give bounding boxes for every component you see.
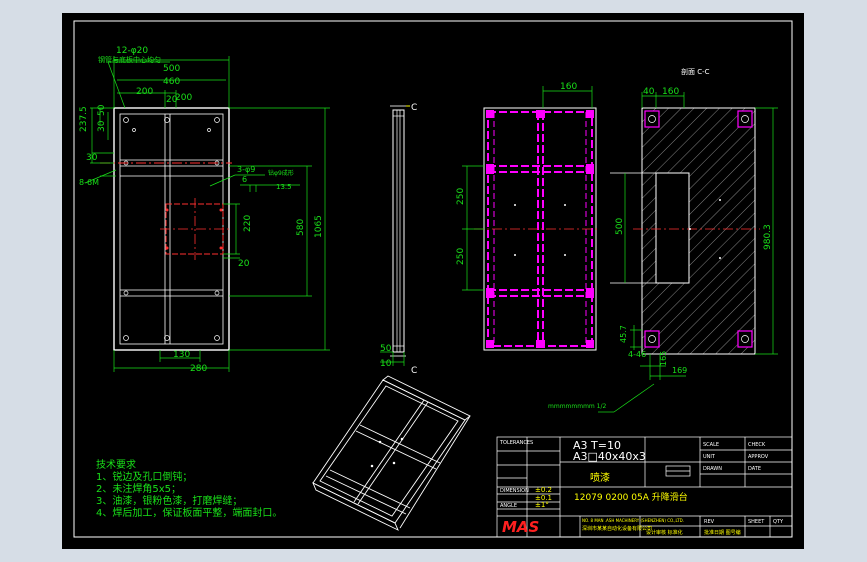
dim-hole-note-2: 钢管与底板中心均匀 [98,55,161,64]
weld-note: mmmmmmmm 1/2 [548,403,607,410]
dim-plate-446: 4-46 [628,350,646,359]
tb-label-7: APPROV [748,454,769,460]
dim-plate-169: 169 [672,366,687,375]
dim-30b: 30 [86,153,98,163]
tb-label-10: SHEET [748,519,765,525]
tech-item-2: 2、未注焊角5x5； [96,482,181,495]
front-view [100,107,232,351]
tb-label-3: SCALE [703,442,719,448]
footer-2: 批准日期 图号编 [704,529,741,536]
dim-side-10: 10 [380,359,392,369]
side-label: 8-6M [79,178,99,187]
dim-sec-250b: 250 [456,248,466,265]
section-view [474,107,600,351]
tech-item-4: 4、焊后加工，保证板面平整，端面封口。 [96,506,282,519]
material-line-2: A3□40x40x3 [573,450,646,463]
dim-sec-500: 500 [615,218,625,235]
section-marker-bottom: C [411,366,417,376]
brand-logo: MAS [502,518,539,536]
company-en: NO. 8 MAN .ASH MACHINERY (SHENZHEN) CO.,… [582,518,684,523]
finish: 喷漆 [590,471,610,484]
dim-200b: 200 [175,93,192,103]
tb-label-2: ANGLE [500,503,517,509]
section-title: 剖面 C-C [681,67,710,76]
hole-note-4: 13.5 [276,183,292,191]
dim-200: 200 [136,87,153,97]
cad-drawing: 12-φ20 钢管与底板中心均匀 500 460 200 20 200 237.… [73,20,793,538]
dim-plate-165: 165 [659,351,668,366]
dim-580: 580 [296,219,306,236]
dim-plate-160: 160 [662,87,679,97]
footer-1: 设计审核 标准化 [646,529,683,536]
side-view [390,105,410,357]
dim-hole-note: 12-φ20 [116,46,148,56]
dim-sec-160: 160 [560,82,577,92]
dim-30: 30 [97,120,107,132]
dim-plate-457: 45.7 [619,325,628,343]
dim-20-low: 20 [238,259,250,269]
tb-label-4: UNIT [703,454,716,460]
side-view-text: C C [411,103,417,376]
tolerance-1: ±0.2 [535,486,552,494]
dim-1065: 1065 [314,215,324,238]
dim-237: 237.5 [79,106,89,132]
tech-title: 技术要求 [96,458,136,471]
tb-label-11: QTY [773,519,784,525]
tb-label-0: TOLERANCES [499,440,533,446]
tolerance-3: ±1° [535,501,549,509]
section-marker-top: C [411,103,417,113]
tech-item-1: 1、锐边及孔口倒钝； [96,470,192,483]
front-view-dimensions [84,56,330,372]
front-view-dim-text: 12-φ20 钢管与底板中心均匀 500 460 200 20 200 237.… [79,46,324,374]
dim-460: 460 [163,77,180,87]
plate-view [610,107,760,355]
section-view-dimensions [462,86,593,291]
dim-side-50: 50 [380,344,392,354]
tb-label-8: DATE [748,466,761,472]
tech-item-3: 3、油漆，银粉色漆，打磨焊缝； [96,494,242,507]
tb-label-1: DIMENSION [500,488,529,494]
hole-note-3: 钻φ9成形 [268,169,294,177]
company-cn: 深圳市某某自动化设备有限公司 [582,525,652,532]
drawing-no: 12079 0200 05A 升降滑台 [574,491,688,503]
tb-label-5: DRAWN [703,466,722,472]
tech-requirements: 技术要求 1、锐边及孔口倒钝； 2、未注焊角5x5； 3、油漆，银粉色漆，打磨焊… [96,458,282,519]
tb-label-9: REV [704,519,715,525]
isometric-view [312,375,471,531]
dim-280: 280 [190,364,207,374]
dim-50: 50 [97,104,107,116]
dim-130: 130 [173,350,190,360]
tb-label-6: CHECK [748,442,766,448]
dim-500: 500 [163,64,180,74]
dim-sec-250a: 250 [456,188,466,205]
hole-note: 3-φ9 [237,165,255,174]
dim-plate-980: 980.3 [763,224,773,250]
dim-220: 220 [243,215,253,232]
hole-note-2: 6 [242,175,247,184]
dim-plate-40: 40 [643,87,655,97]
